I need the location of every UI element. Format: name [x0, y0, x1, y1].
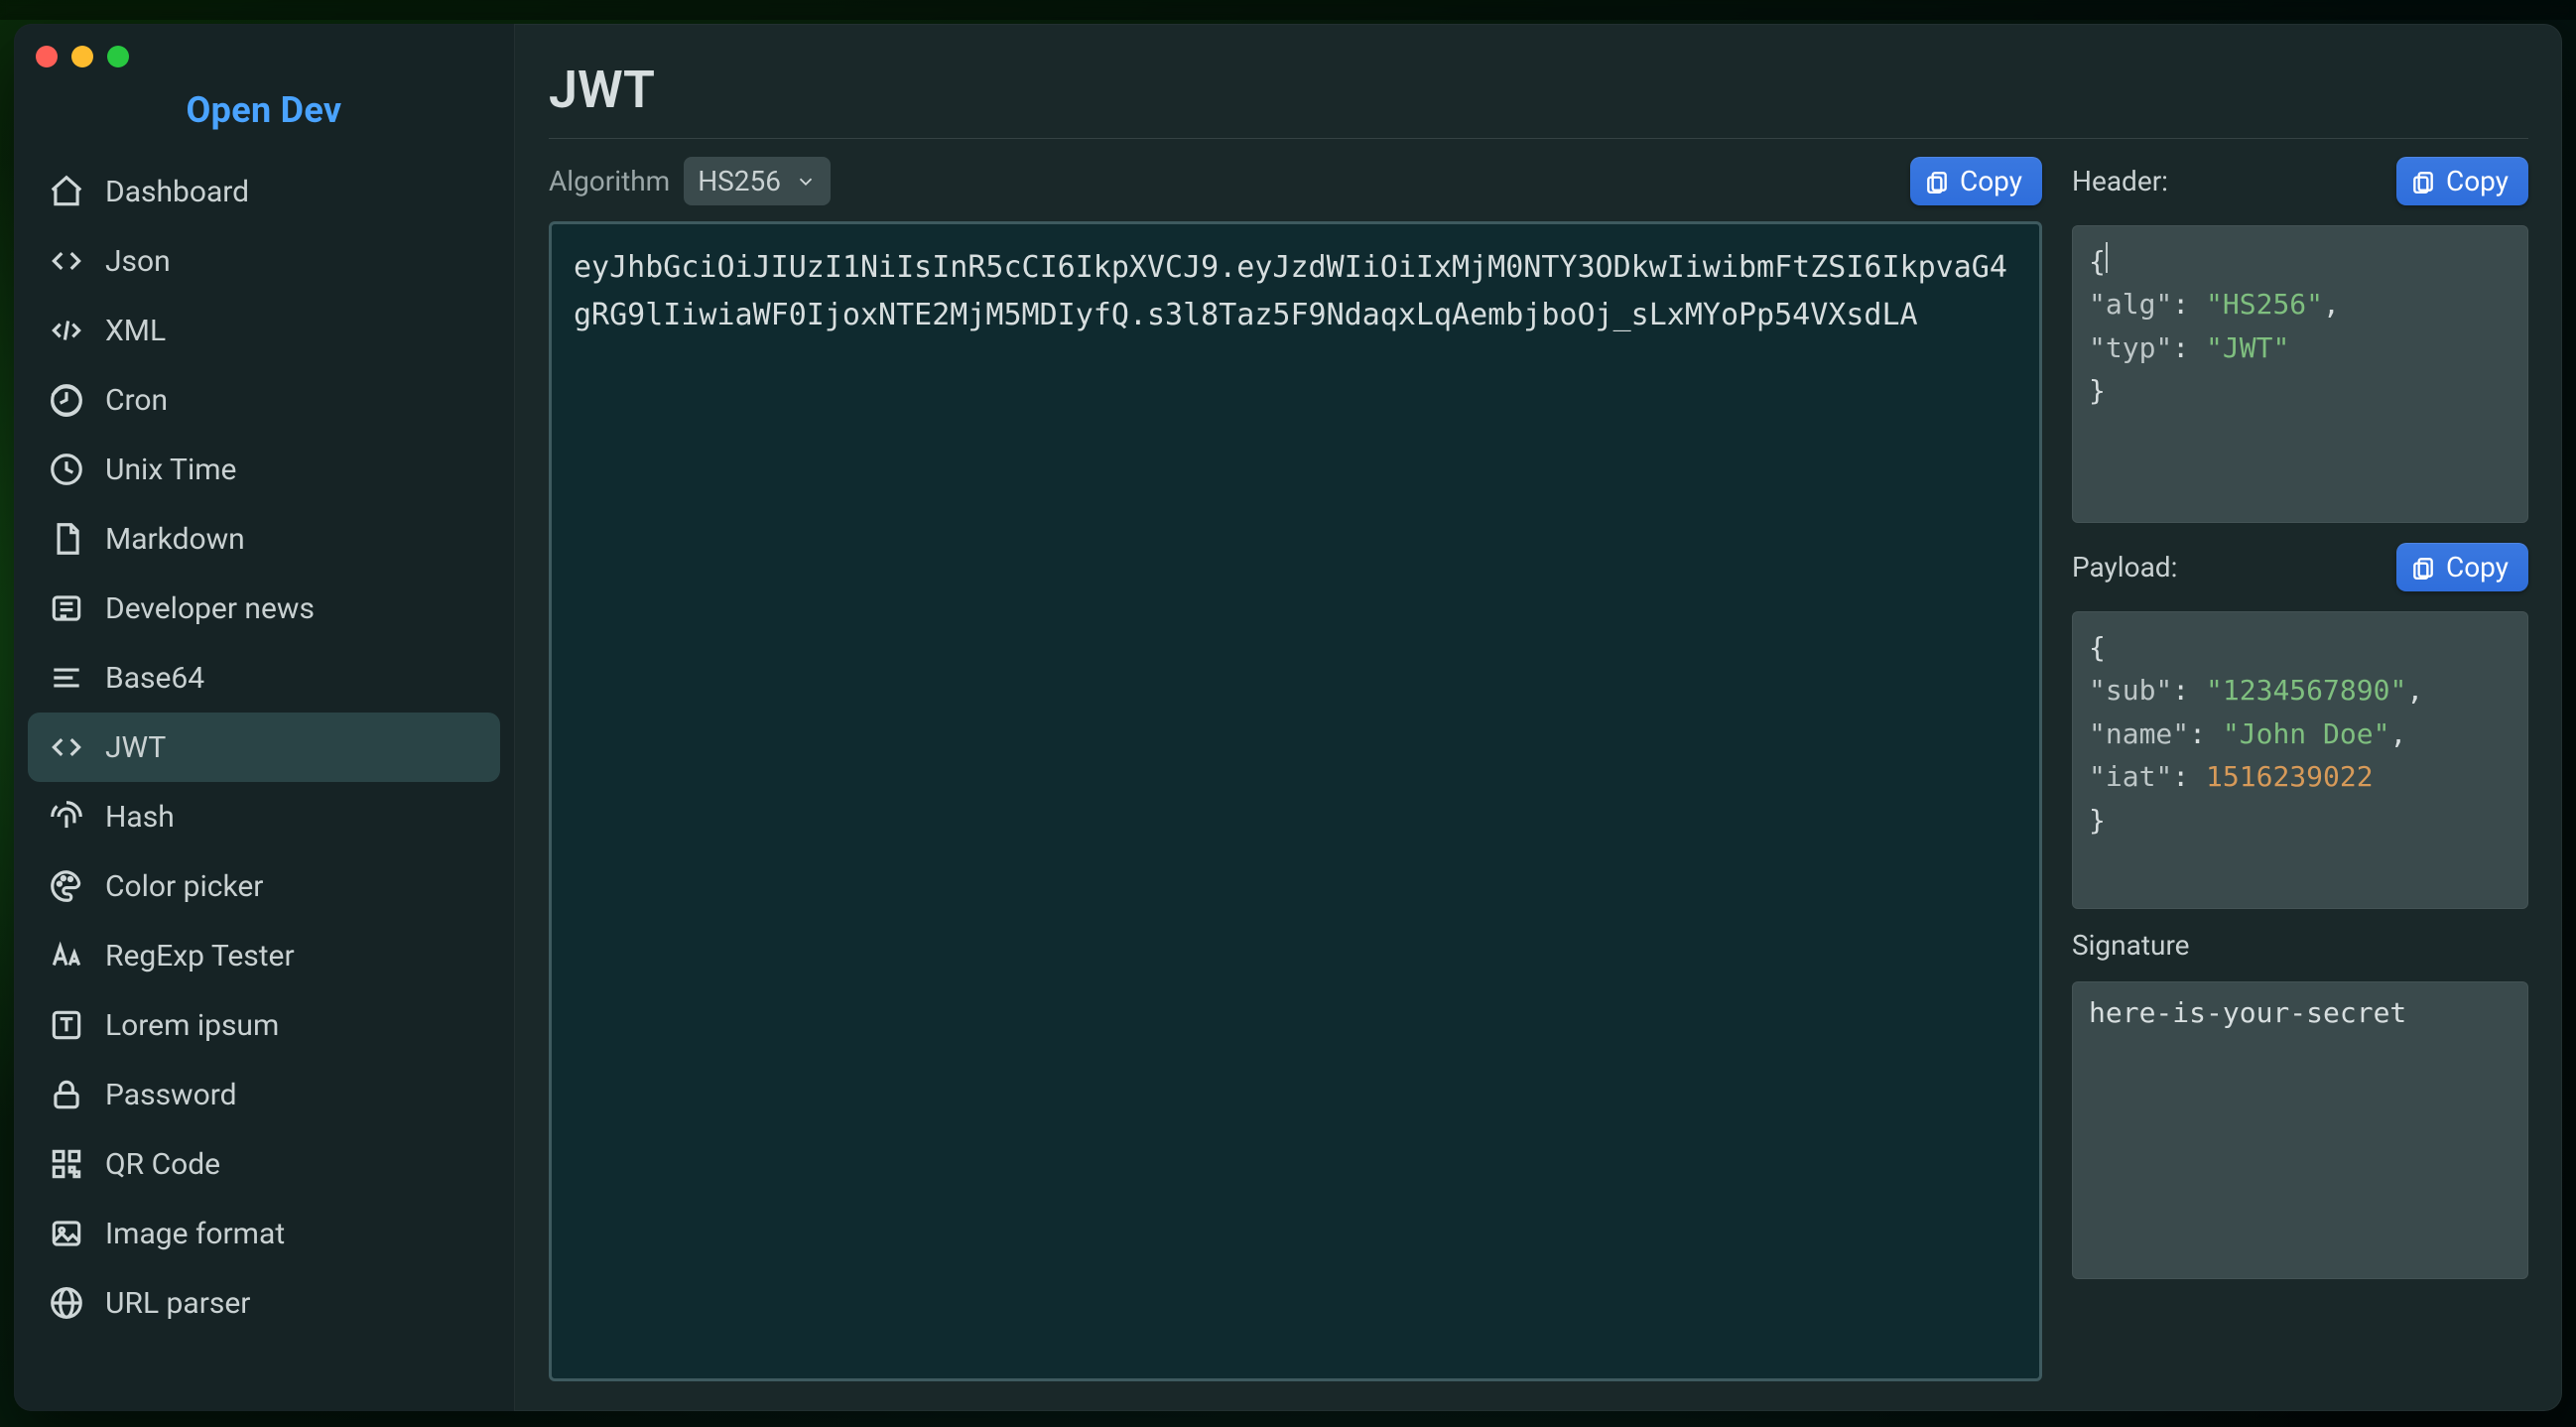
sidebar-item-developer-news[interactable]: Developer news	[28, 574, 500, 643]
sidebar-item-label: Image format	[105, 1217, 285, 1251]
news-icon	[46, 587, 87, 629]
sidebar-nav: Dashboard Json XML Cron Unix Time Markdown Dev…	[28, 157, 500, 1338]
right-column: Header: Copy { "alg": "HS256", "typ": "J…	[2072, 157, 2528, 1381]
sidebar-item-xml[interactable]: XML	[28, 296, 500, 365]
sidebar-item-hash[interactable]: Hash	[28, 782, 500, 851]
sidebar-item-lorem-ipsum[interactable]: Lorem ipsum	[28, 990, 500, 1060]
sidebar-item-url-parser[interactable]: URL parser	[28, 1268, 500, 1338]
payload-panel-head: Payload: Copy	[2072, 543, 2528, 591]
sidebar-item-label: Hash	[105, 800, 175, 835]
left-column: Algorithm HS256 Copy eyJhbGciOiJIUzI1NiI…	[549, 157, 2042, 1381]
sidebar-item-base64[interactable]: Base64	[28, 643, 500, 713]
signature-panel-head: Signature	[2072, 929, 2528, 962]
sidebar-item-label: JWT	[105, 730, 166, 765]
workspace: Algorithm HS256 Copy eyJhbGciOiJIUzI1NiI…	[549, 157, 2528, 1381]
sidebar-item-label: URL parser	[105, 1286, 250, 1321]
sidebar-item-label: Base64	[105, 661, 204, 696]
globe-icon	[46, 1282, 87, 1324]
sidebar-item-label: Developer news	[105, 591, 315, 626]
payload-json-panel[interactable]: { "sub": "1234567890", "name": "John Doe…	[2072, 611, 2528, 909]
header-label: Header:	[2072, 165, 2168, 197]
header-json-panel[interactable]: { "alg": "HS256", "typ": "JWT" }	[2072, 225, 2528, 523]
sidebar-item-color-picker[interactable]: Color picker	[28, 851, 500, 921]
codebraces-icon	[46, 240, 87, 282]
clipboard-icon	[2410, 555, 2436, 581]
sidebar-item-label: Dashboard	[105, 175, 249, 209]
palette-icon	[46, 865, 87, 907]
aa-icon	[46, 935, 87, 976]
sidebar-item-label: Lorem ipsum	[105, 1008, 279, 1043]
copy-button-label: Copy	[1960, 165, 2022, 197]
codebraces-icon	[46, 726, 87, 768]
sidebar-item-label: RegExp Tester	[105, 939, 295, 973]
doc-icon	[46, 518, 87, 560]
sidebar-item-label: Password	[105, 1078, 237, 1112]
clipboard-icon	[2410, 169, 2436, 195]
sidebar-item-jwt[interactable]: JWT	[28, 713, 500, 782]
sidebar-item-regexp-tester[interactable]: RegExp Tester	[28, 921, 500, 990]
fingerprint-icon	[46, 796, 87, 838]
sidebar-item-json[interactable]: Json	[28, 226, 500, 296]
sidebar-item-qr-code[interactable]: QR Code	[28, 1129, 500, 1199]
history-icon	[46, 379, 87, 421]
sidebar-item-dashboard[interactable]: Dashboard	[28, 157, 500, 226]
copy-button-label: Copy	[2446, 165, 2509, 197]
signature-label: Signature	[2072, 929, 2190, 962]
sidebar-item-label: Unix Time	[105, 453, 236, 487]
copy-button-label: Copy	[2446, 551, 2509, 584]
sidebar-item-cron[interactable]: Cron	[28, 365, 500, 435]
sidebar-item-label: Color picker	[105, 869, 263, 904]
window-traffic-lights	[36, 46, 129, 67]
chevron-down-icon	[795, 171, 817, 193]
lock-icon	[46, 1074, 87, 1115]
close-window-button[interactable]	[36, 46, 58, 67]
lines-icon	[46, 657, 87, 699]
copy-encoded-button[interactable]: Copy	[1910, 157, 2042, 205]
sidebar-item-unix-time[interactable]: Unix Time	[28, 435, 500, 504]
signature-input[interactable]: here-is-your-secret	[2072, 981, 2528, 1279]
main-content: JWT Algorithm HS256 Copy eyJhbGciOiJIUzI…	[515, 24, 2562, 1411]
copy-payload-button[interactable]: Copy	[2396, 543, 2528, 591]
algorithm-select-value: HS256	[698, 165, 781, 197]
image-icon	[46, 1213, 87, 1254]
sidebar-item-label: Json	[105, 244, 171, 279]
home-icon	[46, 171, 87, 212]
algorithm-label: Algorithm	[549, 165, 670, 197]
header-panel-head: Header: Copy	[2072, 157, 2528, 205]
sidebar-item-markdown[interactable]: Markdown	[28, 504, 500, 574]
sidebar: Open Dev Dashboard Json XML Cron Unix Time Ma…	[14, 24, 515, 1411]
encoded-toolbar: Algorithm HS256 Copy	[549, 157, 2042, 205]
codeblock-icon	[46, 310, 87, 351]
sidebar-item-image-format[interactable]: Image format	[28, 1199, 500, 1268]
app-window: Open Dev Dashboard Json XML Cron Unix Time Ma…	[14, 24, 2562, 1411]
app-title: Open Dev	[28, 89, 500, 131]
macos-menu-bar	[0, 0, 2576, 20]
payload-label: Payload:	[2072, 551, 2177, 584]
sidebar-item-label: Markdown	[105, 522, 245, 557]
algorithm-select[interactable]: HS256	[684, 157, 831, 205]
sidebar-item-label: Cron	[105, 383, 168, 418]
sidebar-item-label: XML	[105, 314, 166, 348]
maximize-window-button[interactable]	[107, 46, 129, 67]
sidebar-item-password[interactable]: Password	[28, 1060, 500, 1129]
encoded-token-editor[interactable]: eyJhbGciOiJIUzI1NiIsInR5cCI6IkpXVCJ9.eyJ…	[549, 221, 2042, 1381]
qrcode-icon	[46, 1143, 87, 1185]
copy-header-button[interactable]: Copy	[2396, 157, 2528, 205]
page-title: JWT	[549, 60, 2528, 139]
clock-icon	[46, 449, 87, 490]
textframe-icon	[46, 1004, 87, 1046]
clipboard-icon	[1924, 169, 1950, 195]
minimize-window-button[interactable]	[71, 46, 93, 67]
sidebar-item-label: QR Code	[105, 1147, 220, 1182]
